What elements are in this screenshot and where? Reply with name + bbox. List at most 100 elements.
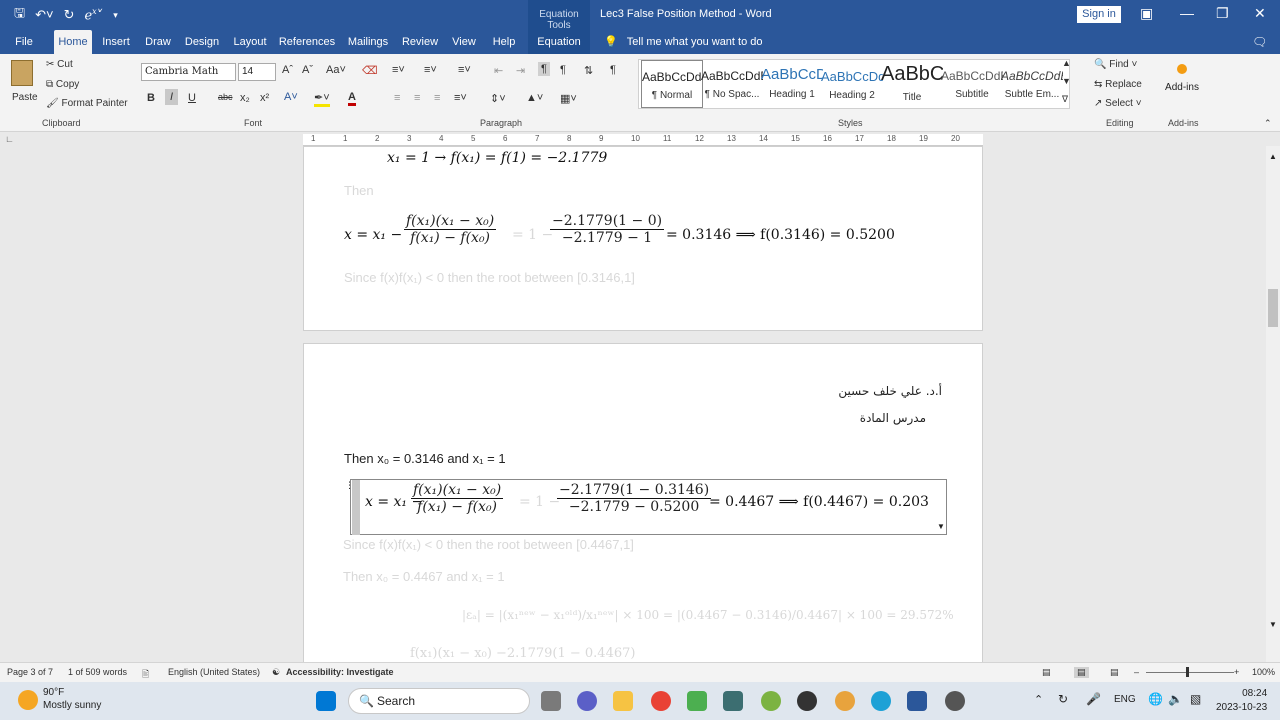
print-layout-icon[interactable]: ▤	[1074, 667, 1089, 678]
x1-value-line[interactable]: x₁ = 1 → f(x₁) = f(1) = −2.1779	[387, 150, 607, 166]
tab-selector-icon[interactable]: ∟	[5, 134, 14, 144]
tab-help[interactable]: Help	[488, 30, 520, 54]
bold-button[interactable]: B	[147, 92, 155, 104]
minimize-icon[interactable]: —	[1180, 5, 1194, 21]
style-heading-1[interactable]: AaBbCcDdEe Heading 1	[761, 60, 823, 108]
vertical-scrollbar[interactable]: ▲ ▼	[1266, 146, 1280, 662]
style-title[interactable]: AaBbCcDdEe Title	[881, 60, 943, 108]
zoom-slider-thumb[interactable]	[1186, 667, 1189, 677]
microphone-icon[interactable]: 🎤	[1086, 692, 1101, 706]
subscript-button[interactable]: x₂	[240, 92, 250, 104]
customize-qat-icon[interactable]: ▾	[113, 10, 118, 21]
sort-icon[interactable]: ⇅	[584, 64, 593, 77]
copy-button[interactable]: ⧉ Copy	[46, 79, 79, 90]
eq2-fraction-2[interactable]: −2.1779(1 − 0.3146) −2.1779 − 0.5200	[557, 482, 712, 515]
network-icon[interactable]: 🌐	[1148, 692, 1163, 706]
since-text[interactable]: Since f(x)f(x₁) < 0 then the root betwee…	[344, 270, 635, 285]
taskbar-clock[interactable]: 08:24 2023-10-23	[1216, 687, 1267, 715]
ltr-icon[interactable]: ¶	[538, 62, 550, 76]
volume-icon[interactable]: 🔈	[1168, 692, 1183, 706]
eq1-lhs[interactable]: x = x₁ −	[344, 227, 402, 243]
show-marks-icon[interactable]: ¶	[610, 64, 616, 76]
since-text-2[interactable]: Since f(x)f(x₁) < 0 then the root betwee…	[343, 537, 634, 552]
font-name-select[interactable]: Cambria Math	[141, 63, 236, 81]
grow-font-icon[interactable]: Aˆ	[282, 64, 293, 76]
borders-icon[interactable]: ▦˅	[560, 92, 577, 105]
decrease-indent-icon[interactable]: ⇤	[494, 64, 503, 77]
zoom-in-icon[interactable]: +	[1234, 667, 1239, 677]
sync-icon[interactable]: ↻	[1058, 692, 1068, 706]
tab-mailings[interactable]: Mailings	[342, 30, 394, 54]
app-icon-3[interactable]	[761, 691, 781, 711]
equation-icon[interactable]: ex˅	[84, 7, 103, 23]
collapse-ribbon-icon[interactable]: ⌃	[1264, 118, 1272, 129]
file-explorer-icon[interactable]	[613, 691, 633, 711]
proofing-icon[interactable]: 🖹	[142, 667, 149, 683]
clear-formatting-icon[interactable]: ⌫	[362, 64, 378, 77]
scroll-up-icon[interactable]: ▲	[1269, 152, 1277, 161]
app-icon-5[interactable]	[945, 691, 965, 711]
tab-view[interactable]: View	[446, 30, 482, 54]
highlight-icon[interactable]: ✒˅	[314, 91, 330, 107]
scroll-down-icon[interactable]: ▼	[1269, 620, 1277, 629]
task-view-icon[interactable]	[541, 691, 561, 711]
weather-icon[interactable]	[18, 690, 38, 710]
font-size-select[interactable]: 14	[238, 63, 276, 81]
align-left-icon[interactable]: ≡	[394, 92, 400, 104]
font-color-button[interactable]: A	[348, 91, 356, 106]
add-ins-button[interactable]: Add-ins	[1162, 62, 1202, 93]
tab-insert[interactable]: Insert	[98, 30, 134, 54]
find-button[interactable]: 🔍 Find ˅	[1094, 59, 1137, 70]
equation-container[interactable]: ⋮ x = x₁ − f(x₁)(x₁ − x₀) f(x₁) − f(x₀) …	[345, 479, 947, 535]
tab-draw[interactable]: Draw	[140, 30, 176, 54]
style-no-spacing[interactable]: AaBbCcDdEe ¶ No Spac...	[701, 60, 763, 108]
close-icon[interactable]: ✕	[1254, 5, 1266, 22]
web-layout-icon[interactable]: ▤	[1110, 667, 1119, 678]
tab-layout[interactable]: Layout	[228, 30, 272, 54]
maximize-icon[interactable]: ❐	[1216, 5, 1229, 22]
strikethrough-button[interactable]: abc	[218, 92, 233, 102]
read-mode-icon[interactable]: ▤	[1042, 667, 1051, 678]
tab-home[interactable]: Home	[54, 30, 92, 54]
redo-icon[interactable]: ↻	[64, 7, 75, 23]
app-icon-4[interactable]	[797, 691, 817, 711]
author-role[interactable]: مدرس المادة	[860, 411, 926, 425]
undo-icon[interactable]: ↶˅	[35, 7, 53, 23]
word-icon[interactable]	[907, 691, 927, 711]
accessibility-status[interactable]: Accessibility: Investigate	[286, 667, 394, 677]
text-effects-icon[interactable]: A˅	[284, 91, 298, 103]
align-center-icon[interactable]: ≡	[414, 92, 420, 104]
styles-scroll-up-icon[interactable]: ▲	[1062, 58, 1071, 68]
chrome-icon[interactable]	[651, 691, 671, 711]
teams-icon[interactable]	[577, 691, 597, 711]
battery-icon[interactable]: ▧	[1190, 692, 1201, 706]
zoom-out-icon[interactable]: –	[1134, 667, 1139, 677]
scroll-thumb[interactable]	[1268, 289, 1278, 327]
rtl-icon[interactable]: ¶	[560, 64, 566, 76]
tab-file[interactable]: File	[8, 30, 40, 54]
equation-options-icon[interactable]: ▼	[937, 522, 945, 531]
eq1-fraction-2[interactable]: −2.1779(1 − 0) −2.1779 − 1	[550, 213, 665, 246]
style-heading-2[interactable]: AaBbCcDdEe Heading 2	[821, 60, 883, 108]
shading-icon[interactable]: ▲˅	[526, 92, 543, 104]
eq1-fraction[interactable]: f(x₁)(x₁ − x₀) f(x₁) − f(x₀)	[404, 213, 497, 246]
zoom-slider[interactable]	[1146, 672, 1234, 673]
numbering-icon[interactable]: ≡˅	[424, 64, 437, 76]
cut-button[interactable]: ✂ Cut	[46, 59, 73, 70]
language-indicator[interactable]: English (United States)	[168, 667, 260, 677]
eq2-result[interactable]: = 0.4467 ⟹ f(0.4467) = 0.2035	[709, 494, 929, 510]
eq2-fraction[interactable]: f(x₁)(x₁ − x₀) f(x₁) − f(x₀)	[411, 482, 504, 515]
italic-button[interactable]: I	[165, 89, 179, 105]
drag-handle-icon[interactable]: ⋮	[345, 480, 354, 491]
input-language[interactable]: ENG	[1114, 694, 1136, 705]
eq1-mid[interactable]: = 1 −	[512, 227, 553, 243]
bullets-icon[interactable]: ≡˅	[392, 64, 405, 76]
save-icon[interactable]: 🖫	[14, 4, 25, 26]
format-painter-button[interactable]: 🖌 Format Painter	[46, 98, 128, 109]
replace-button[interactable]: ⇆ Replace	[1094, 79, 1142, 90]
app-icon-1[interactable]	[687, 691, 707, 711]
change-case-icon[interactable]: Aa˅	[326, 64, 346, 76]
taskbar-search[interactable]: 🔍 Search	[348, 688, 530, 714]
styles-scroll-down-icon[interactable]: ▼	[1062, 76, 1071, 86]
then-x0-x1-line[interactable]: Then x₀ = 0.3146 and x₁ = 1	[344, 451, 506, 466]
